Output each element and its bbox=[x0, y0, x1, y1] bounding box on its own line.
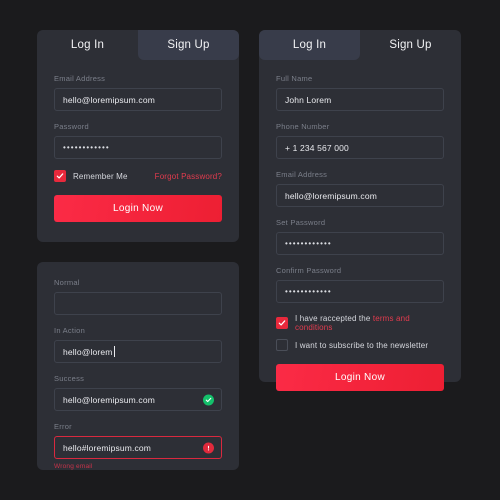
field-label-phone-number: Phone Number bbox=[276, 122, 330, 131]
check-icon bbox=[278, 320, 286, 326]
confirm-password-value: •••••••••••• bbox=[285, 287, 332, 296]
input-states-card: Normal In Action hello@lorem Success hel… bbox=[37, 262, 239, 470]
tab-log-in[interactable]: Log In bbox=[37, 30, 138, 60]
field-label-success: Success bbox=[54, 374, 85, 383]
full-name-input[interactable]: John Lorem bbox=[276, 88, 444, 111]
field-password: Password •••••••••••• bbox=[54, 122, 222, 159]
set-password-value: •••••••••••• bbox=[285, 239, 332, 248]
error-input-value: hello#loremipsum.com bbox=[63, 442, 152, 453]
phone-number-input[interactable]: + 1 234 567 000 bbox=[276, 136, 444, 159]
field-label-set-password: Set Password bbox=[276, 218, 326, 227]
signup-form: Full Name John Lorem Phone Number + 1 23… bbox=[259, 60, 461, 391]
field-error: Error hello#loremipsum.com Wrong email bbox=[54, 422, 222, 470]
input-states-form: Normal In Action hello@lorem Success hel… bbox=[37, 262, 239, 470]
email-address-input[interactable]: hello@loremipsum.com bbox=[54, 88, 222, 111]
error-exclamation-icon bbox=[203, 442, 214, 453]
password-value: •••••••••••• bbox=[63, 143, 110, 152]
signup-card-tabs: Log In Sign Up bbox=[259, 30, 461, 60]
newsletter-checkbox[interactable] bbox=[276, 339, 288, 351]
terms-text: I have raccepted the bbox=[295, 314, 373, 323]
field-phone-number: Phone Number + 1 234 567 000 bbox=[276, 122, 444, 159]
success-check-icon bbox=[203, 394, 214, 405]
phone-number-value: + 1 234 567 000 bbox=[285, 142, 349, 153]
forgot-password-link[interactable]: Forgot Password? bbox=[155, 172, 222, 181]
terms-checkbox[interactable] bbox=[276, 317, 288, 329]
field-label-full-name: Full Name bbox=[276, 74, 313, 83]
text-caret bbox=[113, 346, 115, 357]
error-input[interactable]: hello#loremipsum.com bbox=[54, 436, 222, 459]
signup-email-address-input[interactable]: hello@loremipsum.com bbox=[276, 184, 444, 207]
field-label-in-action: In Action bbox=[54, 326, 86, 335]
field-label-email-address: Email Address bbox=[54, 74, 106, 83]
login-options-row: Remember Me Forgot Password? bbox=[54, 170, 222, 182]
normal-input[interactable] bbox=[54, 292, 222, 315]
tab-sign-up-label: Sign Up bbox=[167, 39, 210, 51]
set-password-input[interactable]: •••••••••••• bbox=[276, 232, 444, 255]
login-card-tabs: Log In Sign Up bbox=[37, 30, 239, 60]
exclamation-icon bbox=[207, 445, 210, 450]
terms-label: I have raccepted the terms and condition… bbox=[295, 314, 444, 332]
in-action-input-value: hello@lorem bbox=[63, 346, 113, 357]
login-form: Email Address hello@loremipsum.com Passw… bbox=[37, 60, 239, 222]
screen-root: Log In Sign Up Email Address hello@lorem… bbox=[0, 0, 500, 500]
check-icon bbox=[205, 397, 212, 402]
success-input-value: hello@loremipsum.com bbox=[63, 394, 155, 405]
field-email-address: Email Address hello@loremipsum.com bbox=[54, 74, 222, 111]
field-label-error: Error bbox=[54, 422, 72, 431]
terms-row[interactable]: I have raccepted the terms and condition… bbox=[276, 314, 444, 332]
signup-email-address-value: hello@loremipsum.com bbox=[285, 190, 377, 201]
signup-card: Log In Sign Up Full Name John Lorem Phon… bbox=[259, 30, 461, 391]
in-action-input[interactable]: hello@lorem bbox=[54, 340, 222, 363]
signup-tab-log-in-label: Log In bbox=[292, 39, 327, 51]
login-now-button[interactable]: Login Now bbox=[54, 195, 222, 222]
success-input[interactable]: hello@loremipsum.com bbox=[54, 388, 222, 411]
remember-me-label: Remember Me bbox=[73, 171, 128, 181]
signup-tab-sign-up-label: Sign Up bbox=[389, 39, 432, 51]
field-label-confirm-password: Confirm Password bbox=[276, 266, 342, 275]
field-success: Success hello@loremipsum.com bbox=[54, 374, 222, 411]
remember-me-checkbox[interactable] bbox=[54, 170, 66, 182]
signup-login-now-button[interactable]: Login Now bbox=[276, 364, 444, 391]
error-message: Wrong email bbox=[54, 463, 93, 470]
field-label-normal: Normal bbox=[54, 278, 80, 287]
field-confirm-password: Confirm Password •••••••••••• bbox=[276, 266, 444, 303]
newsletter-label: I want to subscribe to the newsletter bbox=[295, 340, 429, 350]
remember-me-row[interactable]: Remember Me bbox=[54, 170, 128, 182]
full-name-value: John Lorem bbox=[285, 94, 332, 105]
login-card: Log In Sign Up Email Address hello@lorem… bbox=[37, 30, 239, 242]
email-address-value: hello@loremipsum.com bbox=[63, 94, 155, 105]
signup-tab-log-in[interactable]: Log In bbox=[259, 30, 360, 60]
field-full-name: Full Name John Lorem bbox=[276, 74, 444, 111]
field-signup-email-address: Email Address hello@loremipsum.com bbox=[276, 170, 444, 207]
password-input[interactable]: •••••••••••• bbox=[54, 136, 222, 159]
field-label-password: Password bbox=[54, 122, 89, 131]
check-icon bbox=[56, 173, 64, 179]
newsletter-row[interactable]: I want to subscribe to the newsletter bbox=[276, 339, 444, 351]
signup-tab-sign-up[interactable]: Sign Up bbox=[360, 30, 461, 60]
field-normal: Normal bbox=[54, 278, 222, 315]
field-label-signup-email-address: Email Address bbox=[276, 170, 328, 179]
field-in-action: In Action hello@lorem bbox=[54, 326, 222, 363]
tab-log-in-label: Log In bbox=[70, 39, 105, 51]
tab-sign-up[interactable]: Sign Up bbox=[138, 30, 239, 60]
field-set-password: Set Password •••••••••••• bbox=[276, 218, 444, 255]
confirm-password-input[interactable]: •••••••••••• bbox=[276, 280, 444, 303]
